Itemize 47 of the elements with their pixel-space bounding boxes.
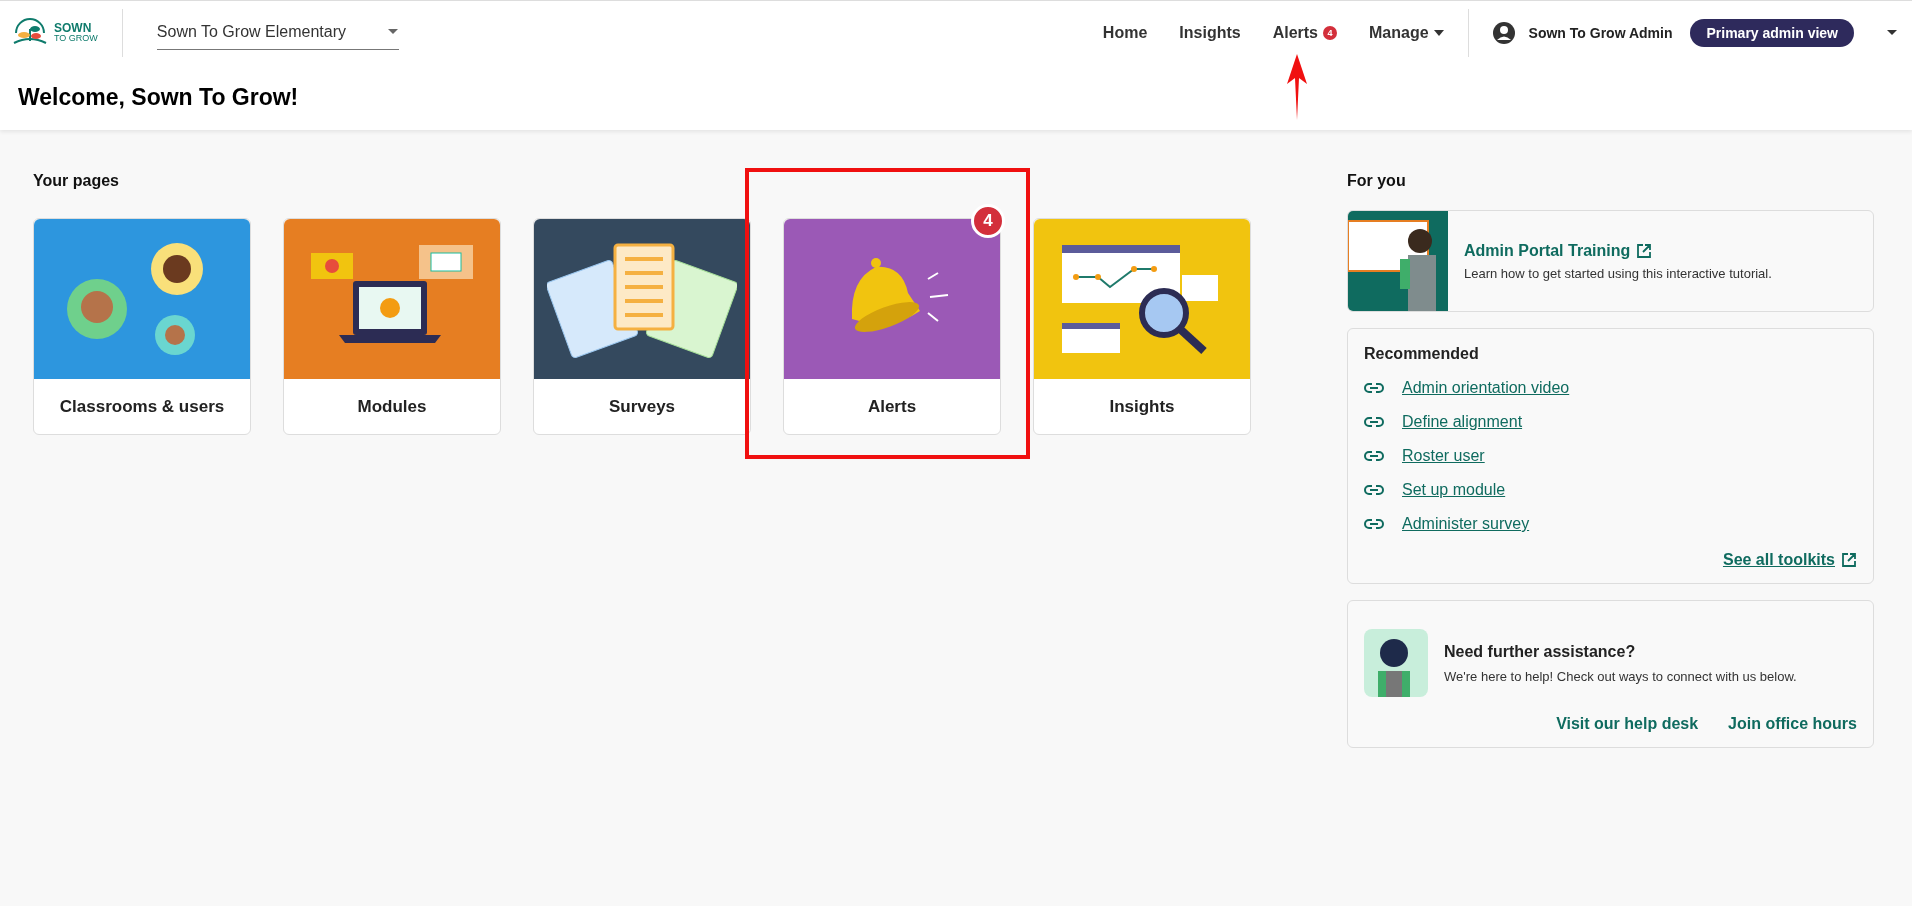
nav-link[interactable]: Home: [1102, 23, 1148, 42]
user-name: Sown To Grow Admin: [1528, 24, 1673, 41]
training-card[interactable]: Admin Portal Training Learn how to get started using this interactive tutorial.: [1347, 210, 1874, 312]
card-label: Alerts: [866, 395, 918, 418]
resource-link[interactable]: Define alignment: [1402, 413, 1523, 431]
card-label: Modules: [356, 395, 428, 418]
page-card[interactable]: Classrooms & users: [33, 218, 251, 435]
section-title: Your pages: [33, 172, 120, 190]
nav-link[interactable]: Manage: [1369, 23, 1444, 42]
external-link-icon: [1841, 552, 1857, 568]
card-title: Recommended: [1364, 345, 1480, 363]
card-label: Surveys: [607, 395, 677, 418]
card-label: Classrooms & users: [58, 395, 226, 418]
logo-wordmark: SOWN: [54, 22, 93, 34]
support-person-drawing: [1364, 629, 1428, 697]
count-badge: 4: [971, 204, 1005, 238]
logo-tagline: TO GROW: [54, 34, 98, 43]
caret-icon: [386, 28, 399, 36]
help-link[interactable]: Visit our help desk: [1556, 715, 1699, 733]
see-all-link[interactable]: See all toolkits: [1722, 551, 1835, 569]
resource-link[interactable]: Administer survey: [1402, 515, 1530, 533]
count-badge: 4: [1323, 25, 1337, 40]
link-icon: [1364, 484, 1384, 496]
page-card[interactable]: Insights: [1033, 218, 1251, 435]
card-label: Insights: [1108, 395, 1176, 418]
resource-link[interactable]: Admin orientation video: [1402, 379, 1570, 397]
view-select-button[interactable]: Primary admin view: [1690, 18, 1854, 47]
link-icon: [1364, 518, 1384, 530]
help-link[interactable]: Join office hours: [1728, 715, 1857, 733]
page-title: Welcome, Sown To Grow!: [18, 83, 299, 111]
link-icon: [1364, 450, 1384, 462]
training-link[interactable]: Admin Portal Training: [1464, 241, 1631, 260]
user-avatar-icon: [1492, 21, 1515, 44]
assistance-description: We're here to help! Check out ways to connect with us below.: [1444, 668, 1797, 684]
link-icon: [1364, 382, 1384, 394]
resource-link[interactable]: Roster user: [1402, 447, 1485, 465]
card-title: Need further assistance?: [1444, 642, 1637, 661]
external-link-icon: [1636, 242, 1653, 259]
school-select[interactable]: Sown To Grow Elementary: [156, 15, 399, 50]
page-card[interactable]: Surveys: [533, 218, 751, 435]
page-card[interactable]: Modules: [283, 218, 501, 435]
caret-icon[interactable]: [1886, 28, 1898, 37]
resource-link[interactable]: Set up module: [1402, 481, 1506, 499]
training-description: Learn how to get started using this interactive tutorial.: [1464, 265, 1772, 281]
nav-link[interactable]: Insights: [1179, 23, 1241, 42]
link-icon: [1364, 416, 1384, 428]
section-title: For you: [1347, 172, 1407, 190]
